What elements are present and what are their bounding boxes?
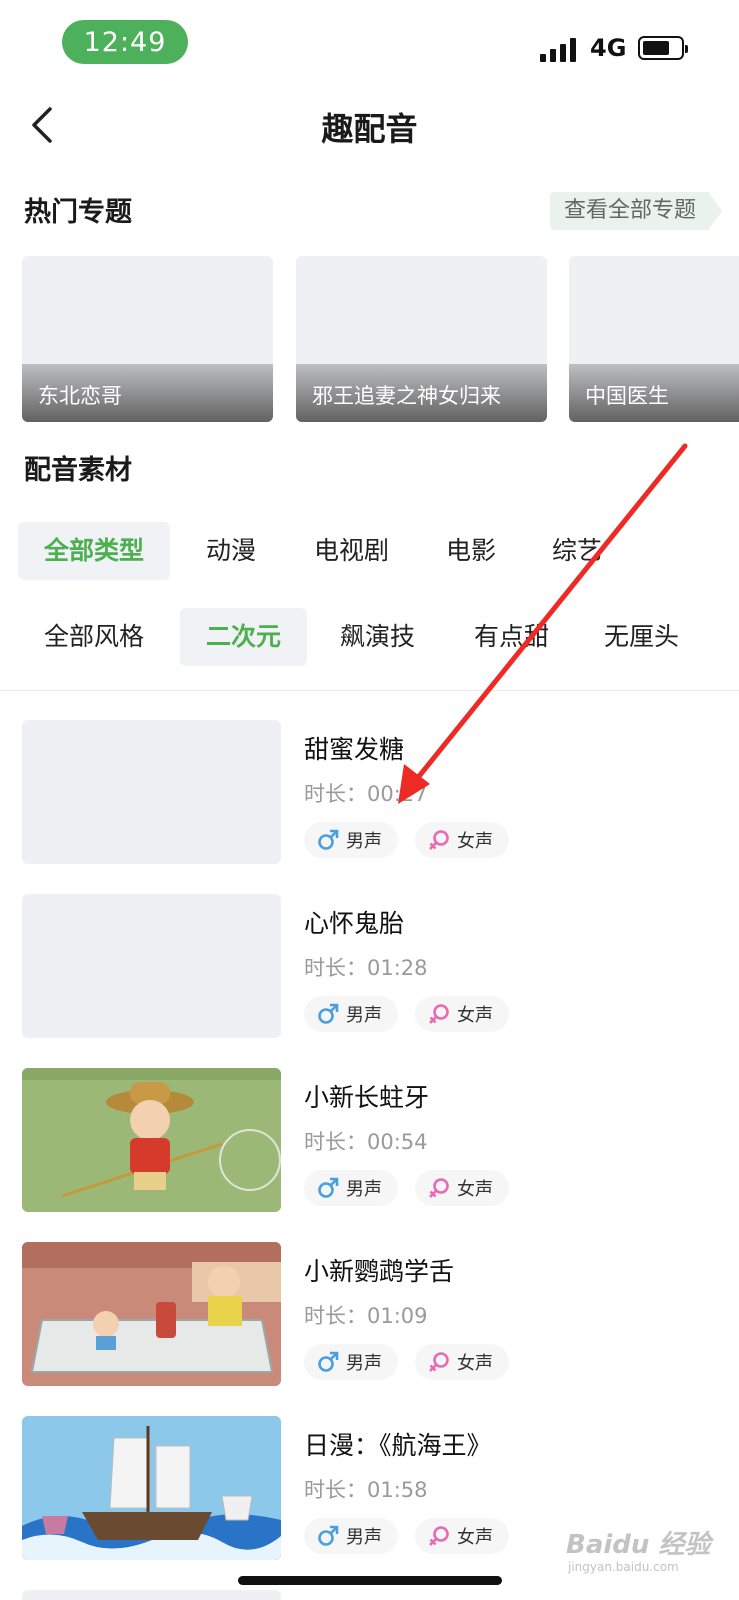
- male-voice-label: 男声: [346, 831, 382, 852]
- female-symbol-icon: [429, 1004, 449, 1024]
- type-filter-row: 全部类型 动漫 电视剧 电影 综艺: [18, 522, 739, 580]
- female-voice-button[interactable]: 女声: [415, 1518, 509, 1554]
- baidu-watermark: Baidu 经验 jingyan.baidu.com: [566, 1516, 726, 1580]
- female-voice-button[interactable]: 女声: [415, 1344, 509, 1380]
- view-all-topics-button[interactable]: 查看全部专题: [550, 192, 723, 230]
- topic-card[interactable]: 中国医生: [569, 256, 739, 422]
- filter-type-anime[interactable]: 动漫: [180, 522, 282, 580]
- male-voice-button[interactable]: 男声: [304, 1170, 398, 1206]
- filter-style-2d[interactable]: 二次元: [180, 608, 308, 666]
- female-voice-button[interactable]: 女声: [415, 822, 509, 858]
- material-duration: 时长：00:54: [304, 1130, 428, 1154]
- hot-topics-title: 热门专题: [24, 197, 132, 228]
- material-thumbnail: [22, 720, 281, 864]
- cartoon-pirate-ship-thumbnail: [22, 1416, 281, 1560]
- male-voice-button[interactable]: 男声: [304, 1344, 398, 1380]
- topic-label: 中国医生: [585, 384, 669, 408]
- male-symbol-icon: [318, 1351, 339, 1372]
- watermark-main: Baidu 经验: [566, 1530, 711, 1560]
- material-thumbnail: [22, 1416, 281, 1560]
- female-symbol-icon: [429, 1178, 449, 1198]
- male-voice-button[interactable]: 男声: [304, 996, 398, 1032]
- style-filter-row: 全部风格 二次元 飙演技 有点甜 无厘头: [18, 608, 739, 666]
- male-symbol-icon: [318, 1177, 339, 1198]
- watermark-sub: jingyan.baidu.com: [568, 1560, 679, 1574]
- material-item[interactable]: 甜蜜发糖 时长：00:27 男声 女声: [22, 720, 722, 866]
- cartoon-kitchen-table-thumbnail: [22, 1242, 281, 1386]
- material-title: 心怀鬼胎: [304, 909, 405, 938]
- female-symbol-icon: [429, 830, 449, 850]
- signal-bars-icon: [540, 38, 578, 62]
- material-duration: 时长：01:58: [304, 1478, 428, 1502]
- female-voice-label: 女声: [457, 1353, 493, 1374]
- material-thumbnail: [22, 1068, 281, 1212]
- material-item[interactable]: 小新鹦鹉学舌 时长：01:09 男声 女声: [22, 1242, 722, 1388]
- network-type: 4G: [590, 34, 627, 62]
- materials-title: 配音素材: [24, 455, 132, 486]
- female-voice-label: 女声: [457, 1005, 493, 1026]
- status-bar: 12:49 4G: [0, 0, 739, 86]
- status-time: 12:49: [62, 20, 188, 64]
- material-thumbnail: [22, 1242, 281, 1386]
- male-voice-button[interactable]: 男声: [304, 822, 398, 858]
- material-title: 小新长蛀牙: [304, 1083, 430, 1112]
- material-item[interactable]: 小新长蛀牙 时长：00:54 男声 女声: [22, 1068, 722, 1214]
- next-item-peek: [22, 1590, 281, 1600]
- female-voice-label: 女声: [457, 1179, 493, 1200]
- female-symbol-icon: [429, 1352, 449, 1372]
- female-symbol-icon: [429, 1526, 449, 1546]
- filter-style-sweet[interactable]: 有点甜: [448, 608, 575, 666]
- cartoon-boy-net-thumbnail: [22, 1068, 281, 1212]
- home-indicator[interactable]: [238, 1576, 502, 1585]
- male-voice-label: 男声: [346, 1179, 382, 1200]
- female-voice-label: 女声: [457, 831, 493, 852]
- material-item[interactable]: 心怀鬼胎 时长：01:28 男声 女声: [22, 894, 722, 1040]
- filter-style-acting[interactable]: 飙演技: [314, 608, 441, 666]
- material-duration: 时长：00:27: [304, 782, 428, 806]
- female-voice-button[interactable]: 女声: [415, 996, 509, 1032]
- material-title: 甜蜜发糖: [304, 735, 405, 764]
- female-voice-label: 女声: [457, 1527, 493, 1548]
- filter-style-all[interactable]: 全部风格: [18, 608, 170, 666]
- male-voice-label: 男声: [346, 1353, 382, 1374]
- male-symbol-icon: [318, 1003, 339, 1024]
- male-voice-label: 男声: [346, 1527, 382, 1548]
- material-thumbnail: [22, 894, 281, 1038]
- material-title: 小新鹦鹉学舌: [304, 1257, 455, 1286]
- material-duration: 时长：01:28: [304, 956, 428, 980]
- topic-card[interactable]: 邪王追妻之神女归来: [296, 256, 547, 422]
- filter-type-variety[interactable]: 综艺: [526, 522, 628, 580]
- filter-style-silly[interactable]: 无厘头: [578, 608, 705, 666]
- male-voice-button[interactable]: 男声: [304, 1518, 398, 1554]
- filter-type-all[interactable]: 全部类型: [18, 522, 171, 580]
- topic-label: 邪王追妻之神女归来: [312, 384, 501, 408]
- female-voice-button[interactable]: 女声: [415, 1170, 509, 1206]
- page-title: 趣配音: [321, 110, 418, 148]
- filter-type-movie[interactable]: 电影: [420, 522, 522, 580]
- topic-label: 东北恋哥: [38, 384, 122, 408]
- topic-card[interactable]: 东北恋哥: [22, 256, 273, 422]
- material-title: 日漫：《航海王》: [304, 1431, 492, 1460]
- battery-icon: [638, 36, 688, 60]
- filter-type-tv[interactable]: 电视剧: [288, 522, 415, 580]
- male-symbol-icon: [318, 1525, 339, 1546]
- divider: [0, 690, 739, 691]
- material-duration: 时长：01:09: [304, 1304, 428, 1328]
- male-voice-label: 男声: [346, 1005, 382, 1026]
- hot-topics-carousel[interactable]: 东北恋哥 邪王追妻之神女归来 中国医生: [22, 256, 739, 424]
- male-symbol-icon: [318, 829, 339, 850]
